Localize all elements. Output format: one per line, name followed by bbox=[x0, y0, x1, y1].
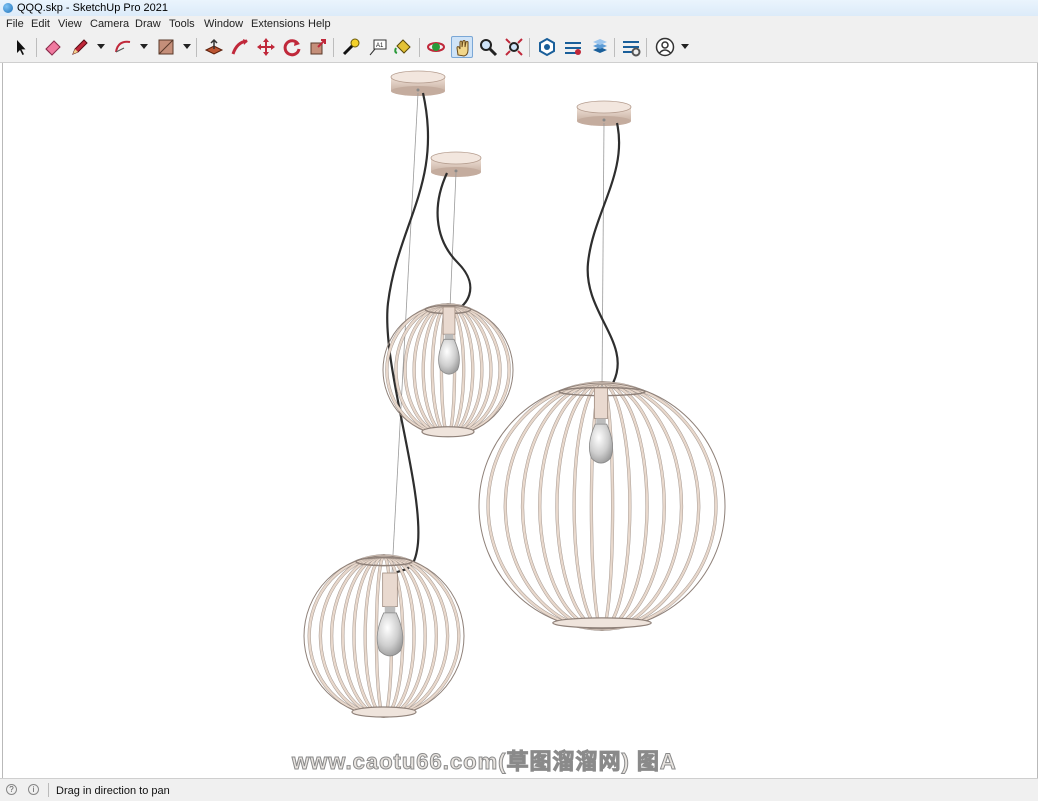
arc-dropdown-icon[interactable] bbox=[140, 44, 148, 49]
arc-icon[interactable] bbox=[112, 36, 134, 58]
rectangle-dropdown-icon[interactable] bbox=[183, 44, 191, 49]
support-wire-lamp-3 bbox=[601, 122, 605, 389]
pendant-lamps-model bbox=[303, 70, 726, 718]
menu-help[interactable]: Help bbox=[308, 18, 331, 30]
text-icon[interactable]: A1 bbox=[367, 36, 389, 58]
window-title: QQQ.skp - SketchUp Pro 2021 bbox=[17, 2, 169, 14]
menu-extensions[interactable]: Extensions bbox=[251, 18, 305, 30]
support-wire-lamp-2 bbox=[449, 172, 457, 309]
menu-tools[interactable]: Tools bbox=[169, 18, 195, 30]
follow-me-icon[interactable] bbox=[229, 36, 251, 58]
extension-warehouse-icon[interactable] bbox=[562, 36, 584, 58]
zoom-extents-icon[interactable] bbox=[503, 36, 525, 58]
pencil-icon[interactable] bbox=[69, 36, 91, 58]
model-viewport[interactable] bbox=[2, 63, 1038, 778]
power-cord-lamp-2 bbox=[436, 172, 472, 310]
canopy-lamp-3 bbox=[576, 100, 632, 126]
paint-bucket-icon[interactable] bbox=[392, 36, 414, 58]
title-bar: QQQ.skp - SketchUp Pro 2021 bbox=[0, 0, 1038, 16]
menu-camera[interactable]: Camera bbox=[90, 18, 129, 30]
rectangle-icon[interactable] bbox=[155, 36, 177, 58]
main-toolbar: A1 bbox=[0, 32, 1038, 63]
menu-edit[interactable]: Edit bbox=[31, 18, 50, 30]
status-text: Drag in direction to pan bbox=[56, 785, 170, 797]
status-bar: ? i Drag in direction to pan bbox=[0, 778, 1038, 801]
pan-icon[interactable] bbox=[451, 36, 473, 58]
profile-icon[interactable] bbox=[654, 36, 676, 58]
zoom-icon[interactable] bbox=[477, 36, 499, 58]
scale-icon[interactable] bbox=[307, 36, 329, 58]
profile-dropdown-icon[interactable] bbox=[681, 44, 689, 49]
select-icon[interactable] bbox=[10, 36, 32, 58]
menu-bar: File Edit View Camera Draw Tools Window … bbox=[0, 16, 1038, 32]
rotate-icon[interactable] bbox=[281, 36, 303, 58]
svg-text:A1: A1 bbox=[376, 43, 384, 49]
watermark-text: www.caotu66.com(草图溜溜网) 图A bbox=[292, 749, 677, 775]
geo-location-icon[interactable]: ? bbox=[6, 784, 17, 795]
extension-manager-icon[interactable] bbox=[620, 36, 642, 58]
menu-view[interactable]: View bbox=[58, 18, 82, 30]
eraser-icon[interactable] bbox=[42, 36, 64, 58]
orbit-icon[interactable] bbox=[425, 36, 447, 58]
sketchup-app-icon bbox=[3, 3, 13, 13]
power-cord-lamp-1 bbox=[386, 92, 430, 575]
move-icon[interactable] bbox=[255, 36, 277, 58]
pencil-dropdown-icon[interactable] bbox=[97, 44, 105, 49]
canopy-lamp-1 bbox=[390, 70, 446, 96]
menu-file[interactable]: File bbox=[6, 18, 24, 30]
layout-icon[interactable] bbox=[589, 36, 611, 58]
tape-measure-icon[interactable] bbox=[340, 36, 362, 58]
info-icon[interactable]: i bbox=[28, 784, 39, 795]
menu-draw[interactable]: Draw bbox=[135, 18, 161, 30]
3d-warehouse-icon[interactable] bbox=[536, 36, 558, 58]
menu-window[interactable]: Window bbox=[204, 18, 243, 30]
push-pull-icon[interactable] bbox=[203, 36, 225, 58]
